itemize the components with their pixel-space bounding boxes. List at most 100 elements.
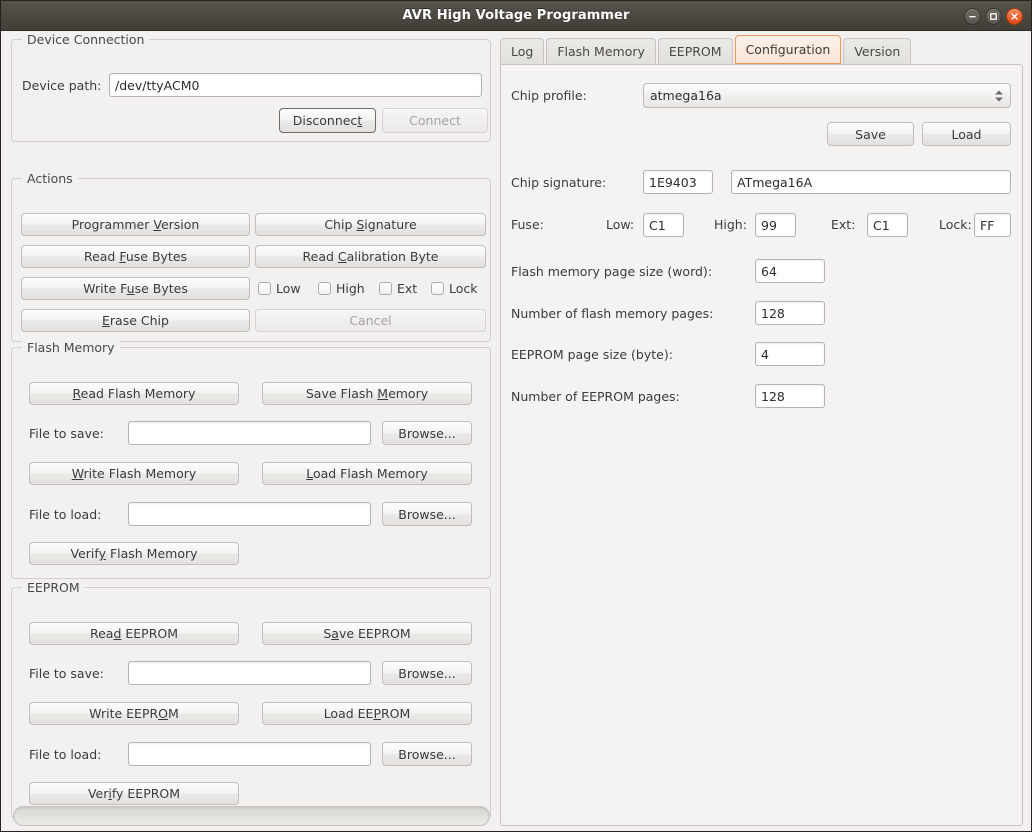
eeprom-browse-save-button[interactable]: Browse... <box>382 661 472 685</box>
close-button[interactable] <box>1006 7 1023 25</box>
checkbox-box-low <box>258 282 271 295</box>
tab-version-label: Version <box>854 44 901 59</box>
fuse-lock-checkbox[interactable]: Lock <box>431 281 478 296</box>
chip-profile-label: Chip profile: <box>511 87 587 103</box>
cancel-button-label: Cancel <box>349 313 392 328</box>
flash-browse-save-button[interactable]: Browse... <box>382 421 472 445</box>
verify-flash-memory-button[interactable]: Verify Flash Memory <box>29 542 239 565</box>
programmer-version-button[interactable]: Programmer Version <box>21 213 250 236</box>
actions-title: Actions <box>22 171 78 186</box>
write-eeprom-label: Write EEPROM <box>89 706 179 721</box>
erase-chip-button[interactable]: Erase Chip <box>21 309 250 332</box>
fuse-low-label: Low <box>276 281 301 296</box>
read-flash-memory-button[interactable]: Read Flash Memory <box>29 382 239 405</box>
eeprom-file-to-save-label: File to save: <box>29 665 104 681</box>
load-eeprom-button[interactable]: Load EEPROM <box>262 702 472 725</box>
fuse-low-checkbox[interactable]: Low <box>258 281 301 296</box>
tab-version[interactable]: Version <box>843 38 912 64</box>
operation-progress-bar <box>13 806 490 826</box>
flash-page-size-label: Flash memory page size (word): <box>511 263 713 279</box>
chip-signature-name-input[interactable]: ATmega16A <box>731 170 1011 194</box>
flash-memory-title: Flash Memory <box>22 340 120 355</box>
fuse-ext-input[interactable]: C1 <box>867 213 908 237</box>
profile-load-label: Load <box>951 126 982 142</box>
flash-page-count-label: Number of flash memory pages: <box>511 305 714 321</box>
read-calibration-byte-button[interactable]: Read Calibration Byte <box>255 245 486 268</box>
profile-save-label: Save <box>855 126 886 142</box>
save-eeprom-label: Save EEPROM <box>323 626 411 641</box>
eeprom-file-to-load-label: File to load: <box>29 746 102 762</box>
checkbox-box-ext <box>379 282 392 295</box>
fuse-low-input[interactable]: C1 <box>643 213 684 237</box>
profile-load-button[interactable]: Load <box>922 122 1011 146</box>
tab-log-label: Log <box>511 44 534 59</box>
fuse-ext-label: Ext <box>397 281 418 296</box>
verify-flash-memory-label: Verify Flash Memory <box>70 546 198 561</box>
eeprom-file-to-load-input[interactable] <box>128 742 371 766</box>
flash-page-size-input[interactable]: 64 <box>755 259 825 283</box>
window-title: AVR High Voltage Programmer <box>402 8 630 23</box>
load-flash-memory-button[interactable]: Load Flash Memory <box>262 462 472 485</box>
erase-chip-label: Erase Chip <box>102 313 169 328</box>
fuse-high-field-label: High: <box>714 216 747 232</box>
fuse-ext-checkbox[interactable]: Ext <box>379 281 417 296</box>
main-content: Device Connection Device path: /dev/ttyA… <box>1 32 1031 831</box>
tab-configuration[interactable]: Configuration <box>734 35 842 64</box>
tab-eeprom[interactable]: EEPROM <box>657 38 733 64</box>
verify-eeprom-button[interactable]: Verify EEPROM <box>29 782 239 805</box>
write-fuse-bytes-button[interactable]: Write Fuse Bytes <box>21 277 250 300</box>
tab-flash-memory[interactable]: Flash Memory <box>546 38 656 64</box>
read-fuse-bytes-label: Read Fuse Bytes <box>83 249 188 264</box>
fuse-high-checkbox[interactable]: High <box>318 281 365 296</box>
disconnect-button[interactable]: Disconnect <box>279 108 376 133</box>
save-eeprom-button[interactable]: Save EEPROM <box>262 622 472 645</box>
save-flash-memory-button[interactable]: Save Flash Memory <box>262 382 472 405</box>
fuse-high-label: High <box>336 281 365 296</box>
chip-signature-hex-input[interactable]: 1E9403 <box>643 170 713 194</box>
read-eeprom-button[interactable]: Read EEPROM <box>29 622 239 645</box>
read-flash-memory-label: Read Flash Memory <box>72 386 196 401</box>
cancel-button[interactable]: Cancel <box>255 309 486 332</box>
tab-bar: Log Flash Memory EEPROM Configuration Ve… <box>500 35 912 64</box>
fuse-low-field-label: Low: <box>606 216 635 232</box>
chevron-updown-icon <box>995 90 1003 101</box>
checkbox-box-lock <box>431 282 444 295</box>
fuse-high-input[interactable]: 99 <box>755 213 796 237</box>
read-eeprom-label: Read EEPROM <box>89 626 179 641</box>
fuse-lock-label: Lock <box>449 281 478 296</box>
eeprom-browse-save-label: Browse... <box>398 665 456 681</box>
verify-eeprom-label: Verify EEPROM <box>87 786 181 801</box>
flash-browse-load-button[interactable]: Browse... <box>382 502 472 526</box>
eeprom-browse-load-button[interactable]: Browse... <box>382 742 472 766</box>
flash-page-count-input[interactable]: 128 <box>755 301 825 325</box>
read-calibration-byte-label: Read Calibration Byte <box>302 249 439 264</box>
tab-eeprom-label: EEPROM <box>668 44 722 59</box>
eeprom-file-to-save-input[interactable] <box>128 661 371 685</box>
flash-browse-save-label: Browse... <box>398 425 456 441</box>
tab-log[interactable]: Log <box>500 38 545 64</box>
chip-signature-field-label: Chip signature: <box>511 174 607 190</box>
write-eeprom-button[interactable]: Write EEPROM <box>29 702 239 725</box>
flash-browse-load-label: Browse... <box>398 506 456 522</box>
connect-button[interactable]: Connect <box>382 108 488 133</box>
title-bar[interactable]: AVR High Voltage Programmer <box>1 1 1031 31</box>
chip-profile-value: atmega16a <box>650 88 722 103</box>
write-flash-memory-button[interactable]: Write Flash Memory <box>29 462 239 485</box>
load-flash-memory-label: Load Flash Memory <box>306 466 428 481</box>
eeprom-page-count-label: Number of EEPROM pages: <box>511 388 680 404</box>
eeprom-page-count-input[interactable]: 128 <box>755 384 825 408</box>
chip-signature-button[interactable]: Chip Signature <box>255 213 486 236</box>
read-fuse-bytes-button[interactable]: Read Fuse Bytes <box>21 245 250 268</box>
profile-save-button[interactable]: Save <box>827 122 914 146</box>
device-path-input[interactable]: /dev/ttyACM0 <box>109 73 482 97</box>
flash-file-to-save-input[interactable] <box>128 421 371 445</box>
fuse-lock-input[interactable]: FF <box>974 213 1011 237</box>
flash-file-to-load-input[interactable] <box>128 502 371 526</box>
minimize-button[interactable] <box>964 7 981 25</box>
fuse-section-label: Fuse: <box>511 216 544 232</box>
disconnect-button-label: Disconnect <box>292 113 363 128</box>
maximize-button[interactable] <box>985 7 1002 25</box>
write-fuse-bytes-label: Write Fuse Bytes <box>83 281 188 296</box>
eeprom-page-size-input[interactable]: 4 <box>755 342 825 366</box>
chip-profile-select[interactable]: atmega16a <box>643 83 1011 108</box>
